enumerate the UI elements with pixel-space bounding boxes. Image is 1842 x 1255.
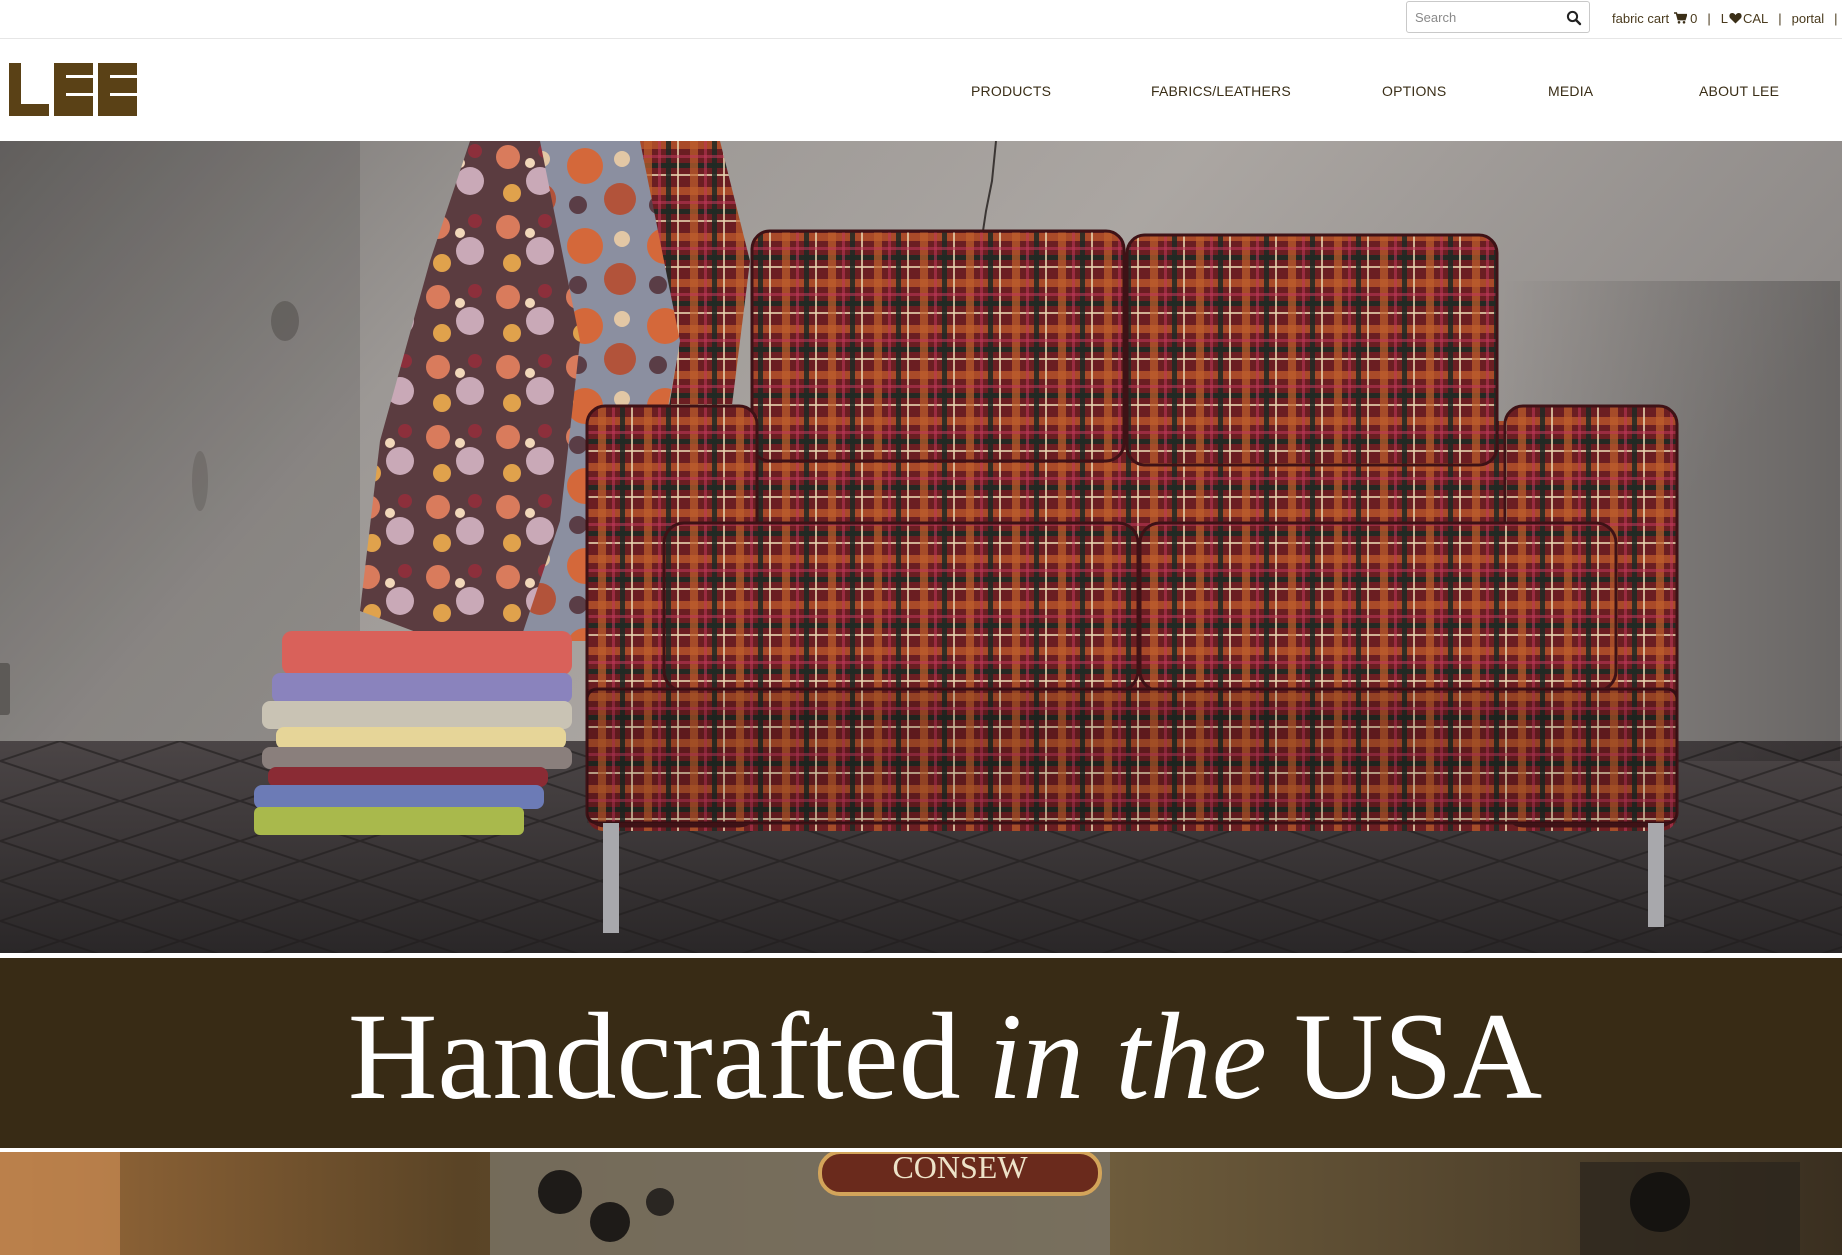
hero-illustration [0, 141, 1842, 953]
main-nav: PRODUCTS FABRICS/LEATHERS OPTIONS MEDIA … [0, 83, 1842, 103]
heart-icon [1729, 12, 1742, 24]
local-link[interactable]: L CAL [1721, 11, 1769, 26]
header: PRODUCTS FABRICS/LEATHERS OPTIONS MEDIA … [0, 40, 1842, 141]
banner-text-start: Handcrafted [347, 988, 961, 1125]
search-icon[interactable] [1565, 9, 1583, 27]
nav-about-lee[interactable]: ABOUT LEE [1699, 83, 1779, 99]
sewing-machine-image: CONSEW [0, 1152, 1842, 1255]
utility-bar: fabric cart 0 | L CAL | portal | [0, 0, 1842, 39]
search-input[interactable] [1407, 2, 1557, 32]
nav-products[interactable]: PRODUCTS [971, 83, 1051, 99]
sewing-machine-illustration: CONSEW [0, 1152, 1842, 1255]
separator: | [1834, 10, 1838, 26]
cart-count: 0 [1690, 10, 1698, 26]
banner-text-end: USA [1294, 988, 1543, 1125]
consew-badge: CONSEW [892, 1152, 1028, 1185]
slider-prev-tab[interactable] [0, 663, 10, 715]
banner-heading: Handcrafted in the USA [0, 958, 1842, 1152]
fabric-cart-label: fabric cart [1612, 10, 1670, 26]
banner-text-italic: in the [987, 988, 1267, 1125]
nav-media[interactable]: MEDIA [1548, 83, 1593, 99]
cart-icon [1674, 12, 1688, 24]
nav-options[interactable]: OPTIONS [1382, 83, 1446, 99]
hero-image [0, 141, 1842, 953]
fabric-cart-link[interactable]: fabric cart 0 [1612, 11, 1697, 26]
separator: | [1707, 10, 1711, 26]
utility-links: fabric cart 0 | L CAL | portal | [1612, 8, 1842, 28]
portal-link[interactable]: portal [1792, 11, 1825, 26]
local-prefix: L [1720, 10, 1728, 26]
separator: | [1778, 10, 1782, 26]
nav-fabrics-leathers[interactable]: FABRICS/LEATHERS [1151, 83, 1291, 99]
local-suffix: CAL [1742, 10, 1769, 26]
handcrafted-banner: Handcrafted in the USA [0, 956, 1842, 1150]
search-box [1406, 1, 1590, 33]
